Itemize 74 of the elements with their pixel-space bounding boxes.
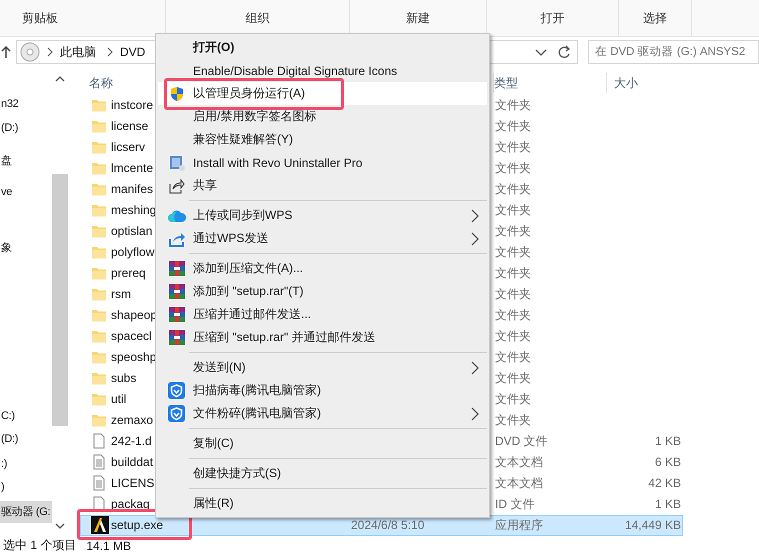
menu-item-label: 发送到(N) bbox=[193, 359, 247, 376]
menu-item-label: 扫描病毒(腾讯电脑管家) bbox=[193, 382, 322, 399]
file-name: polyflow bbox=[111, 245, 154, 260]
file-name: rsm bbox=[111, 287, 131, 302]
menu-item-label: 以管理员身份运行(A) bbox=[193, 85, 306, 102]
menu-item-label: 文件粉碎(腾讯电脑管家) bbox=[193, 405, 322, 422]
menu-item-label: 打开(O) bbox=[193, 39, 236, 56]
status-size: 14.1 MB bbox=[86, 538, 132, 553]
file-type: 文件夹 bbox=[495, 160, 531, 177]
file-type: 文件夹 bbox=[495, 370, 531, 387]
file-name: setup.exe bbox=[111, 518, 164, 532]
file-size: 14,449 KB bbox=[624, 518, 681, 532]
menu-item-label: 添加到压缩文件(A)... bbox=[193, 260, 304, 277]
file-type: 文件夹 bbox=[495, 138, 531, 156]
status-text: 选中 1 个项目 bbox=[3, 537, 76, 554]
file-type: 文件夹 bbox=[495, 96, 531, 114]
menu-item-label: 上传或同步到WPS bbox=[193, 207, 294, 224]
file-name: manifes bbox=[111, 182, 154, 196]
menu-item-label: 共享 bbox=[193, 177, 218, 194]
file-type: DVD 文件 bbox=[495, 432, 548, 450]
file-size: 1 KB bbox=[654, 497, 681, 512]
file-size: 1 KB bbox=[654, 434, 681, 448]
file-name: prereq bbox=[111, 266, 146, 280]
file-type: 文件夹 bbox=[495, 390, 531, 408]
file-name: 242-1.d bbox=[111, 434, 152, 448]
file-size: 6 KB bbox=[654, 455, 681, 470]
ribbon-group-label: 组织 bbox=[246, 10, 270, 26]
menu-item-label: 属性(R) bbox=[193, 495, 235, 512]
file-name: license bbox=[111, 119, 148, 134]
file-name: optislan bbox=[111, 224, 152, 238]
file-type: ID 文件 bbox=[495, 496, 534, 513]
menu-item-label: 添加到 "setup.rar"(T) bbox=[193, 283, 305, 300]
menu-item-label: 启用/禁用数字签名图标 bbox=[193, 108, 318, 125]
file-type: 文件夹 bbox=[495, 264, 531, 282]
file-type: 文本文档 bbox=[495, 454, 543, 471]
file-name: packag bbox=[111, 497, 150, 512]
ribbon-group-label: 剪贴板 bbox=[22, 10, 58, 26]
file-name: builddat bbox=[111, 455, 154, 470]
file-type: 文件夹 bbox=[495, 118, 531, 135]
menu-item-label: 复制(C) bbox=[193, 435, 235, 452]
file-name: util bbox=[111, 392, 126, 406]
file-type: 文件夹 bbox=[495, 348, 531, 366]
file-name: spacecl bbox=[111, 329, 152, 344]
file-name: LICENS bbox=[111, 476, 154, 490]
file-type: 文件夹 bbox=[495, 412, 531, 429]
file-name: meshing bbox=[111, 203, 156, 218]
ribbon-group-label: 选择 bbox=[643, 10, 667, 26]
file-type: 文件夹 bbox=[495, 306, 531, 324]
ribbon-group-label: 打开 bbox=[540, 10, 564, 26]
menu-item-label: 创建快捷方式(S) bbox=[193, 465, 282, 482]
file-type: 应用程序 bbox=[495, 516, 543, 534]
menu-item-label: 兼容性疑难解答(Y) bbox=[193, 131, 294, 148]
file-type: 文件夹 bbox=[495, 180, 531, 198]
file-name: lmcente bbox=[111, 161, 154, 176]
menu-item-label: Install with Revo Uninstaller Pro bbox=[193, 156, 364, 170]
menu-item-label: 通过WPS发送 bbox=[193, 230, 270, 247]
file-type: 文件夹 bbox=[495, 328, 531, 345]
file-name: instcore bbox=[111, 98, 154, 112]
file-name: subs bbox=[111, 371, 136, 386]
file-name: licserv bbox=[111, 140, 146, 154]
ribbon-group-label: 新建 bbox=[406, 10, 430, 26]
file-type: 文件夹 bbox=[495, 244, 531, 261]
menu-item-label: 压缩并通过邮件发送... bbox=[193, 306, 312, 323]
file-date: 2024/6/8 5:10 bbox=[351, 518, 424, 532]
file-name: speoshp bbox=[111, 350, 156, 364]
file-size: 42 KB bbox=[648, 476, 681, 490]
menu-item-label: 压缩到 "setup.rar" 并通过邮件发送 bbox=[193, 329, 377, 346]
file-type: 文件夹 bbox=[495, 286, 531, 303]
file-name: shapeop bbox=[111, 308, 158, 322]
file-type: 文本文档 bbox=[495, 474, 543, 492]
file-type: 文件夹 bbox=[495, 202, 531, 219]
file-type: 文件夹 bbox=[495, 222, 531, 240]
menu-item-label: Enable/Disable Digital Signature Icons bbox=[193, 64, 398, 78]
file-name: zemaxo bbox=[111, 413, 154, 428]
